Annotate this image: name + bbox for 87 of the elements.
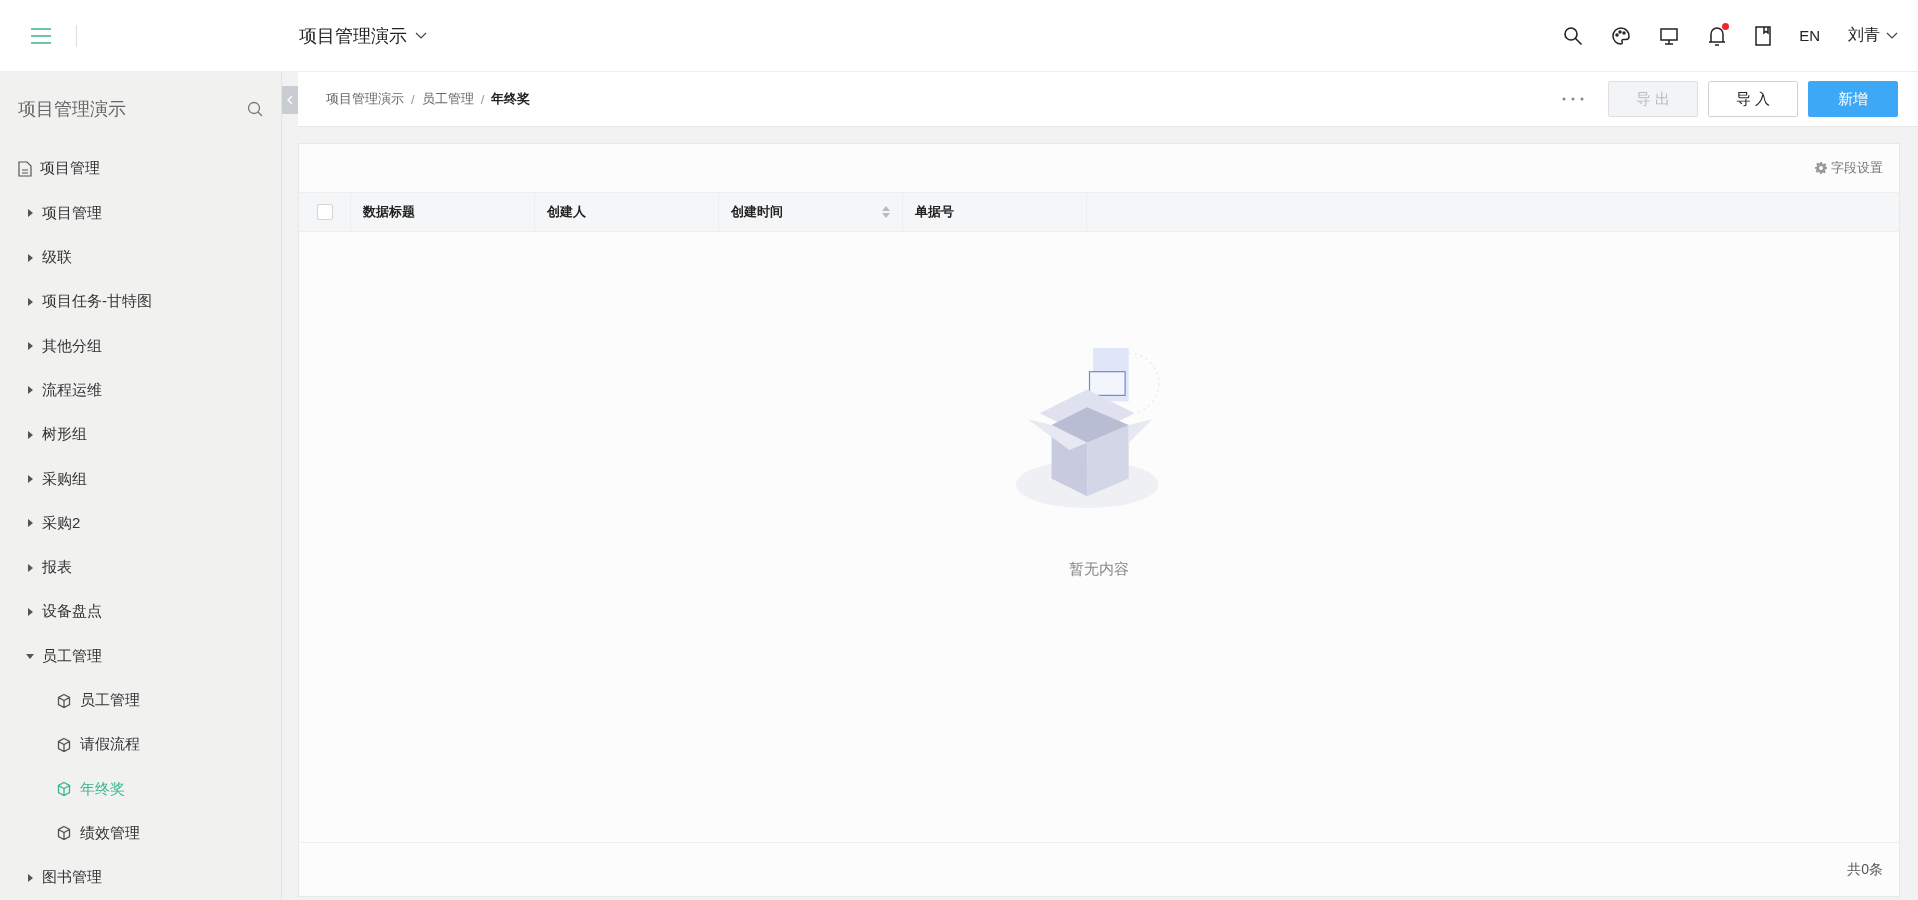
notification-dot: [1722, 22, 1730, 30]
toolbar-button[interactable]: 导 入: [1708, 81, 1798, 117]
item-label: 报表: [42, 558, 72, 578]
search-icon[interactable]: [247, 101, 263, 118]
theme-button[interactable]: [1611, 25, 1632, 46]
book-icon: [1755, 25, 1772, 46]
cube-icon: [56, 825, 72, 842]
menu-button[interactable]: [30, 26, 52, 45]
item-label: 项目管理: [40, 159, 100, 179]
caret-icon: [26, 342, 34, 351]
sidebar-item[interactable]: 采购2: [0, 501, 281, 546]
caret-icon: [26, 253, 34, 262]
menu-icon: [30, 26, 52, 45]
item-label: 图书管理: [42, 868, 102, 888]
cube-icon: [56, 736, 72, 753]
breadcrumb-link[interactable]: 项目管理演示: [326, 90, 404, 108]
item-label: 采购组: [42, 469, 87, 489]
item-label: 树形组: [42, 425, 87, 445]
caret-icon: [26, 563, 34, 572]
item-label: 采购2: [42, 513, 81, 533]
sidebar-item[interactable]: 请假流程: [0, 722, 281, 767]
search-icon: [1563, 25, 1584, 46]
chevron-down-icon: [415, 31, 427, 40]
column-header[interactable]: 创建时间: [719, 193, 903, 231]
item-label: 级联: [42, 248, 72, 268]
empty-text: 暂无内容: [1069, 560, 1129, 579]
gear-icon: [1815, 162, 1827, 174]
item-label: 流程运维: [42, 380, 102, 400]
sidebar-item[interactable]: 采购组: [0, 456, 281, 502]
total-count: 共0条: [1847, 860, 1883, 879]
item-label: 其他分组: [42, 336, 102, 356]
caret-icon: [26, 519, 34, 528]
sidebar-item[interactable]: 流程运维: [0, 368, 281, 413]
item-label: 请假流程: [80, 735, 140, 755]
breadcrumb-separator: /: [411, 91, 415, 107]
item-label: 年终奖: [80, 779, 125, 799]
select-all-checkbox[interactable]: [316, 204, 333, 220]
bookmark-button[interactable]: [1755, 25, 1772, 46]
caret-icon: [26, 430, 34, 439]
column-header[interactable]: 数据标题: [351, 193, 535, 231]
search-button[interactable]: [1563, 25, 1584, 46]
breadcrumb-separator: /: [480, 91, 485, 107]
monitor-icon: [1659, 25, 1680, 46]
more-icon: [1562, 97, 1584, 101]
field-settings-button[interactable]: 字段设置: [1815, 159, 1883, 177]
notification-button[interactable]: [1707, 24, 1728, 47]
sidebar-item[interactable]: 其他分组: [0, 324, 281, 369]
breadcrumb-link[interactable]: 员工管理: [421, 90, 474, 108]
caret-icon: [26, 873, 34, 882]
sidebar-item[interactable]: 绩效管理: [0, 811, 281, 856]
sidebar-title: 项目管理演示: [18, 98, 126, 122]
sidebar-item[interactable]: 项目管理: [0, 146, 281, 192]
sidebar-item[interactable]: 报表: [0, 545, 281, 590]
caret-icon: [26, 209, 34, 218]
sidebar-item[interactable]: 设备盘点: [0, 589, 281, 635]
item-label: 绩效管理: [80, 823, 140, 843]
sidebar-item[interactable]: 图书管理: [0, 855, 281, 900]
user-menu[interactable]: 刘青: [1848, 25, 1898, 46]
screen-button[interactable]: [1659, 25, 1680, 46]
cube-icon: [56, 692, 72, 709]
language-button[interactable]: EN: [1799, 27, 1820, 44]
chevron-down-icon: [1886, 31, 1898, 40]
caret-icon: [26, 607, 34, 616]
chevron-left-icon: [287, 95, 293, 105]
item-label: 项目任务-甘特图: [42, 292, 152, 312]
sidebar-item[interactable]: 树形组: [0, 412, 281, 457]
caret-icon: [26, 652, 34, 661]
document-icon: [18, 160, 32, 177]
breadcrumb-link[interactable]: 年终奖: [491, 90, 531, 108]
column-header[interactable]: 创建人: [535, 193, 719, 231]
item-label: 员工管理: [80, 691, 140, 711]
sidebar-item[interactable]: 项目管理: [0, 191, 281, 236]
caret-icon: [26, 386, 34, 395]
item-label: 设备盘点: [42, 602, 102, 622]
bell-icon: [1707, 24, 1728, 47]
sidebar-item[interactable]: 员工管理: [0, 678, 281, 723]
palette-icon: [1611, 25, 1632, 46]
sidebar-item[interactable]: 级联: [0, 235, 281, 280]
caret-icon: [26, 475, 34, 484]
sidebar-item[interactable]: 项目任务-甘特图: [0, 279, 281, 324]
item-label: 项目管理: [42, 203, 102, 223]
item-label: 员工管理: [42, 646, 102, 666]
caret-icon: [26, 297, 34, 306]
cube-icon: [56, 781, 72, 798]
sidebar-item[interactable]: 员工管理: [0, 634, 281, 679]
column-header[interactable]: 单据号: [903, 193, 1087, 231]
app-title[interactable]: 项目管理演示: [299, 23, 427, 48]
